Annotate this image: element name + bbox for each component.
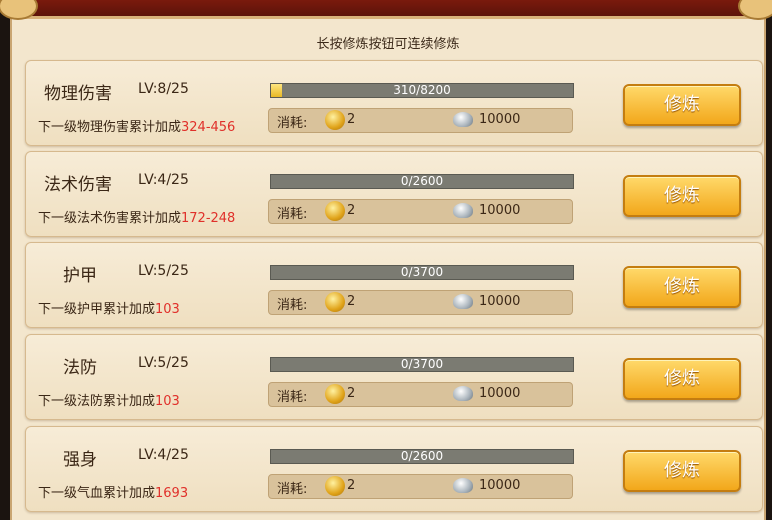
silver-cost: 10000 xyxy=(479,112,521,127)
cultivation-row: 法防 LV:5/25 下一级法防累计加成103 0/3700 消耗: 2 100… xyxy=(25,334,763,420)
progress-bar: 0/2600 xyxy=(270,174,574,189)
cost-label: 消耗: xyxy=(277,116,308,131)
panel-top-bar xyxy=(0,0,772,20)
progress-text: 310/8200 xyxy=(393,83,451,97)
level-label: LV:8/25 xyxy=(138,81,189,97)
gold-coin-icon xyxy=(325,110,345,130)
bonus-text: 下一级法防累计加成 xyxy=(38,394,156,409)
cultivate-button[interactable]: 修炼 xyxy=(623,358,741,400)
gold-cost: 2 xyxy=(347,478,356,493)
cultivation-row: 法术伤害 LV:4/25 下一级法术伤害累计加成172-248 0/2600 消… xyxy=(25,151,763,237)
attribute-name: 护甲 xyxy=(63,266,97,286)
progress-bar: 0/3700 xyxy=(270,357,574,372)
gold-coin-icon xyxy=(325,201,345,221)
bonus-description: 下一级气血累计加成1693 xyxy=(38,482,188,501)
cultivation-row: 护甲 LV:5/25 下一级护甲累计加成103 0/3700 消耗: 2 100… xyxy=(25,242,763,328)
silver-ingot-icon xyxy=(453,386,473,401)
gold-cost: 2 xyxy=(347,386,356,401)
bonus-description: 下一级护甲累计加成103 xyxy=(38,298,180,317)
attribute-name: 法术伤害 xyxy=(44,175,112,195)
bonus-text: 下一级物理伤害累计加成 xyxy=(38,120,182,135)
cost-panel: 消耗: 2 10000 xyxy=(268,108,573,133)
bonus-value: 103 xyxy=(155,394,180,409)
cultivate-button[interactable]: 修炼 xyxy=(623,84,741,126)
level-label: LV:4/25 xyxy=(138,447,189,463)
corner-ornament-right xyxy=(738,0,772,20)
cultivation-row: 物理伤害 LV:8/25 下一级物理伤害累计加成324-456 310/8200… xyxy=(25,60,763,146)
progress-bar: 0/3700 xyxy=(270,265,574,280)
silver-ingot-icon xyxy=(453,112,473,127)
gold-cost: 2 xyxy=(347,112,356,127)
progress-bar: 0/2600 xyxy=(270,449,574,464)
silver-cost: 10000 xyxy=(479,478,521,493)
hint-text: 长按修炼按钮可连续修炼 xyxy=(316,37,460,52)
silver-cost: 10000 xyxy=(479,294,521,309)
progress-text: 0/3700 xyxy=(400,357,444,371)
level-label: LV:5/25 xyxy=(138,263,189,279)
bonus-text: 下一级护甲累计加成 xyxy=(38,302,156,317)
cultivation-panel: 长按修炼按钮可连续修炼 物理伤害 LV:8/25 下一级物理伤害累计加成324-… xyxy=(0,0,772,520)
attribute-name: 法防 xyxy=(63,358,97,378)
bonus-value: 103 xyxy=(155,302,180,317)
silver-cost: 10000 xyxy=(479,203,521,218)
cost-panel: 消耗: 2 10000 xyxy=(268,382,573,407)
silver-ingot-icon xyxy=(453,478,473,493)
bonus-text: 下一级气血累计加成 xyxy=(38,486,156,501)
progress-text: 0/2600 xyxy=(400,174,444,188)
bonus-description: 下一级物理伤害累计加成324-456 xyxy=(38,116,235,135)
silver-cost: 10000 xyxy=(479,386,521,401)
progress-text: 0/3700 xyxy=(400,265,444,279)
gold-coin-icon xyxy=(325,292,345,312)
progress-text: 0/2600 xyxy=(400,449,444,463)
progress-bar: 310/8200 xyxy=(270,83,574,98)
cultivation-row: 强身 LV:4/25 下一级气血累计加成1693 0/2600 消耗: 2 10… xyxy=(25,426,763,512)
cost-label: 消耗: xyxy=(277,207,308,222)
attribute-name: 强身 xyxy=(63,450,97,470)
silver-ingot-icon xyxy=(453,203,473,218)
cultivate-button[interactable]: 修炼 xyxy=(623,266,741,308)
gold-coin-icon xyxy=(325,476,345,496)
bonus-value: 1693 xyxy=(155,486,189,501)
silver-ingot-icon xyxy=(453,294,473,309)
cultivate-button[interactable]: 修炼 xyxy=(623,450,741,492)
bonus-value: 324-456 xyxy=(181,120,236,135)
bonus-text: 下一级法术伤害累计加成 xyxy=(38,211,182,226)
cost-label: 消耗: xyxy=(277,298,308,313)
bonus-description: 下一级法防累计加成103 xyxy=(38,390,180,409)
gold-cost: 2 xyxy=(347,294,356,309)
gold-coin-icon xyxy=(325,384,345,404)
cost-label: 消耗: xyxy=(277,390,308,405)
corner-ornament-left xyxy=(0,0,38,20)
bonus-description: 下一级法术伤害累计加成172-248 xyxy=(38,207,235,226)
cost-panel: 消耗: 2 10000 xyxy=(268,199,573,224)
cost-label: 消耗: xyxy=(277,482,308,497)
level-label: LV:4/25 xyxy=(138,172,189,188)
cost-panel: 消耗: 2 10000 xyxy=(268,474,573,499)
level-label: LV:5/25 xyxy=(138,355,189,371)
cost-panel: 消耗: 2 10000 xyxy=(268,290,573,315)
cultivate-button[interactable]: 修炼 xyxy=(623,175,741,217)
attribute-name: 物理伤害 xyxy=(44,84,112,104)
gold-cost: 2 xyxy=(347,203,356,218)
bonus-value: 172-248 xyxy=(181,211,236,226)
